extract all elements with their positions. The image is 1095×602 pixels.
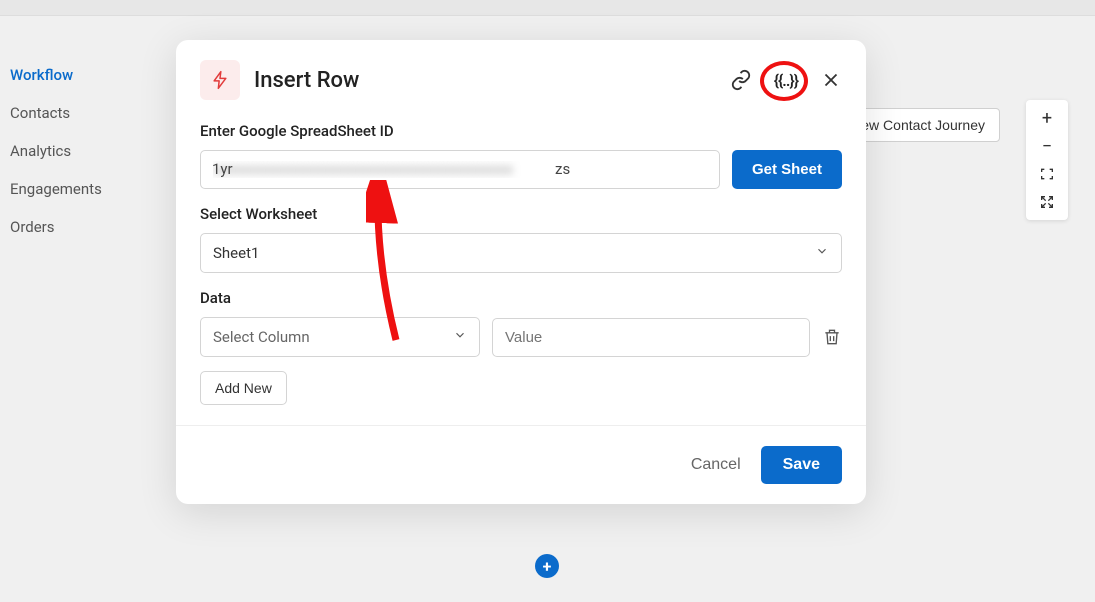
sidebar-item-orders[interactable]: Orders xyxy=(10,208,150,246)
close-icon[interactable] xyxy=(820,69,842,91)
modal-body: Enter Google SpreadSheet ID 1yr zs Get S… xyxy=(176,110,866,425)
select-worksheet-label: Select Worksheet xyxy=(200,205,842,223)
sidebar-item-analytics[interactable]: Analytics xyxy=(10,132,150,170)
column-placeholder: Select Column xyxy=(213,328,310,346)
insert-row-modal: Insert Row {{..}} Enter Google SpreadShe… xyxy=(176,40,866,504)
worksheet-select[interactable]: Sheet1 xyxy=(200,233,842,273)
top-bar xyxy=(0,0,1095,16)
data-row: Select Column xyxy=(200,317,842,357)
zoom-panel: + − xyxy=(1026,100,1068,220)
modal-title: Insert Row xyxy=(254,68,730,93)
params-symbol: {{..}} xyxy=(774,71,798,90)
cancel-button[interactable]: Cancel xyxy=(691,456,741,474)
sidebar-item-workflow[interactable]: Workflow xyxy=(10,56,150,94)
column-select[interactable]: Select Column xyxy=(200,317,480,357)
sidebar-nav: Workflow Contacts Analytics Engagements … xyxy=(10,56,150,246)
zoom-out-button[interactable]: − xyxy=(1029,132,1065,160)
add-new-button[interactable]: Add New xyxy=(200,371,287,405)
worksheet-value: Sheet1 xyxy=(213,244,259,262)
fit-screen-button[interactable] xyxy=(1029,160,1065,188)
sidebar-item-engagements[interactable]: Engagements xyxy=(10,170,150,208)
chevron-down-icon xyxy=(453,328,467,346)
link-icon[interactable] xyxy=(730,69,752,91)
sheet-id-input[interactable] xyxy=(200,150,720,189)
modal-footer: Cancel Save xyxy=(176,425,866,504)
zoom-in-button[interactable]: + xyxy=(1029,104,1065,132)
get-sheet-button[interactable]: Get Sheet xyxy=(732,150,842,189)
params-button[interactable]: {{..}} xyxy=(774,71,798,90)
lightning-icon xyxy=(200,60,240,100)
data-label: Data xyxy=(200,289,842,307)
modal-header: Insert Row {{..}} xyxy=(176,40,866,110)
trash-icon[interactable] xyxy=(822,327,842,347)
sheet-id-label: Enter Google SpreadSheet ID xyxy=(200,122,842,140)
value-input[interactable] xyxy=(492,318,810,357)
chevron-down-icon xyxy=(815,244,829,262)
save-button[interactable]: Save xyxy=(761,446,842,484)
add-node-button[interactable]: + xyxy=(535,554,559,578)
sidebar-item-contacts[interactable]: Contacts xyxy=(10,94,150,132)
fullscreen-button[interactable] xyxy=(1029,188,1065,216)
